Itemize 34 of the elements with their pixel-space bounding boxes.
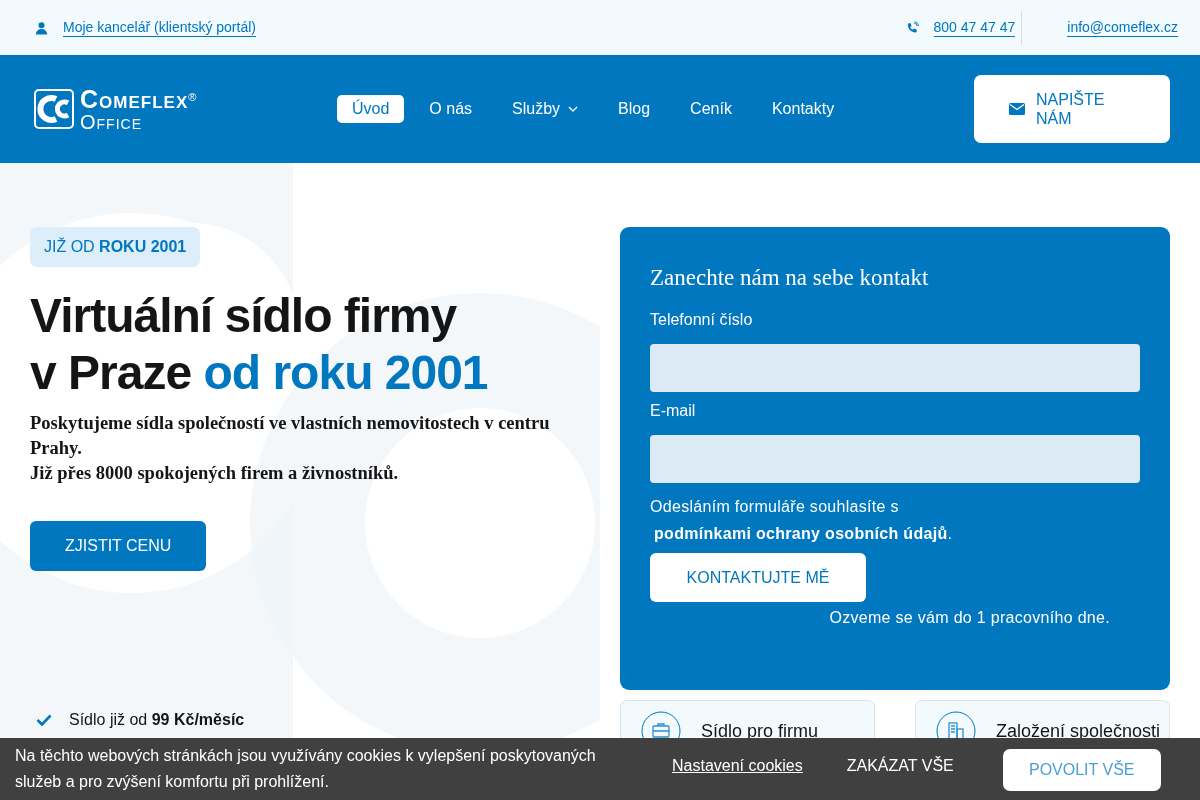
response-note: Ozveme se vám do 1 pracovního dne. [828, 609, 1110, 627]
nav-link[interactable]: Služby [497, 95, 594, 123]
privacy-link[interactable]: podmínkami ochrany osobních údajů [654, 525, 948, 542]
feature-text: Sídlo již od 99 Kč/měsíc [69, 711, 245, 729]
logo-subtitle: OFFICE [80, 111, 143, 132]
hero-title: Virtuální sídlo firmy v Praze od roku 2001 [30, 288, 488, 401]
nav-link[interactable]: Kontakty [756, 95, 850, 123]
input-field[interactable] [650, 435, 1140, 483]
mail-icon [1009, 103, 1025, 115]
contact-me-button[interactable]: KONTAKTUJTE MĚ [650, 553, 866, 602]
nav-link[interactable]: Ceník [675, 95, 747, 123]
cookie-text: Na těchto webových stránkách jsou využívány cookies k vylepšení poskytovaných služeb a pro zvýšení komfortu při prohlížení. [15, 746, 597, 792]
accept-all-button[interactable]: POVOLIT VŠE [1002, 749, 1161, 791]
nav-link[interactable]: O nás [414, 95, 488, 123]
nav-link[interactable]: Úvod [337, 95, 405, 123]
input-field[interactable] [650, 344, 1140, 392]
get-price-button[interactable]: ZJISTIT CENU [30, 521, 207, 571]
since-badge: JIŽ OD ROKU 2001 [30, 227, 201, 267]
write-us-button[interactable]: NAPIŠTE NÁM [974, 75, 1170, 143]
logo-name: COMEFLEX$^{®}$ [80, 86, 198, 112]
consent-text: Odesláním formuláře souhlasíte s podmínkami ochrany osobních údajů. [650, 497, 954, 544]
service-label: Založení společnosti [996, 720, 1161, 742]
form-title: Zanechte nám na sebe kontakt [650, 265, 930, 291]
field-label: Telefonní číslo [650, 311, 754, 329]
portal-link[interactable]: Moje kancelář (klientský portál) [63, 18, 256, 37]
check-icon [36, 714, 52, 726]
user-icon [35, 20, 48, 35]
logo-icon [34, 89, 74, 129]
nav-link[interactable]: Blog [603, 95, 666, 123]
email-link[interactable]: info@comeflex.cz [1067, 18, 1178, 37]
field-label: E-mail [650, 402, 697, 420]
phone-link[interactable]: 800 47 47 47 [933, 18, 1016, 37]
hero-lead: Poskytujeme sídla společností ve vlastních nemovitostech v centru Prahy. Již přes 8000 spokojených firem a živnostníků. [30, 412, 550, 485]
phone-icon [905, 20, 919, 35]
